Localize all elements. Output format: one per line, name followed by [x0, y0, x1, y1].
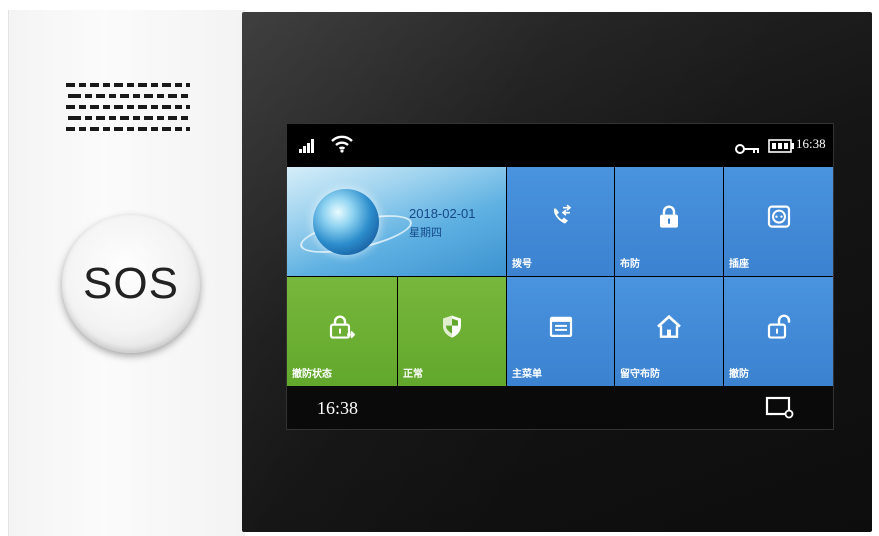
tile-disarm[interactable]: 撤防 — [724, 277, 833, 386]
unlock-icon — [329, 314, 356, 342]
tile-main-menu[interactable]: 主菜单 — [507, 277, 614, 386]
tile-label: 正常 — [403, 369, 423, 380]
tile-label: 布防 — [620, 259, 640, 270]
open-lock-icon — [767, 314, 791, 342]
sos-label: SOS — [83, 259, 179, 308]
speaker-grille — [66, 81, 190, 139]
lock-icon — [658, 204, 680, 232]
tile-label: 留守布防 — [620, 369, 660, 380]
phone-icon — [549, 204, 573, 232]
battery-icon — [768, 138, 796, 153]
device-bezel-left: SOS — [8, 10, 245, 536]
clock-time: 16:38 — [317, 398, 359, 418]
wifi-icon — [331, 135, 353, 153]
socket-icon — [767, 204, 791, 232]
status-time: 16:38 — [796, 136, 826, 151]
globe-icon — [313, 189, 379, 255]
tile-disarm-status[interactable]: 撤防状态 — [287, 277, 397, 386]
date-tile: 2018-02-01 星期四 — [287, 167, 506, 276]
date-text: 2018-02-01 — [409, 206, 476, 221]
tile-label: 拨号 — [512, 259, 532, 270]
signal-icon — [299, 139, 317, 153]
screen-icon[interactable] — [765, 396, 795, 420]
tile-home-arm[interactable]: 留守布防 — [615, 277, 723, 386]
tile-label: 主菜单 — [512, 369, 542, 380]
menu-icon — [549, 315, 573, 341]
home-icon — [656, 314, 682, 342]
weekday-text: 星期四 — [409, 226, 442, 239]
tile-socket[interactable]: 插座 — [724, 167, 833, 276]
bottom-bar: 16:38 — [287, 386, 833, 429]
tile-dial[interactable]: 拨号 — [507, 167, 614, 276]
tile-label: 插座 — [729, 259, 749, 270]
tile-label: 撤防状态 — [292, 369, 332, 380]
tile-label: 撤防 — [729, 369, 749, 380]
tile-normal[interactable]: 正常 — [398, 277, 506, 386]
sos-button[interactable]: SOS — [62, 215, 200, 353]
touch-screen: 16:38 2018-02-01 星期四 拨号 布防 插座 撤防状态 正常 主菜… — [286, 123, 834, 430]
shield-icon — [441, 314, 463, 342]
key-icon — [735, 140, 761, 154]
tile-arm[interactable]: 布防 — [615, 167, 723, 276]
status-bar: 16:38 — [287, 124, 833, 166]
